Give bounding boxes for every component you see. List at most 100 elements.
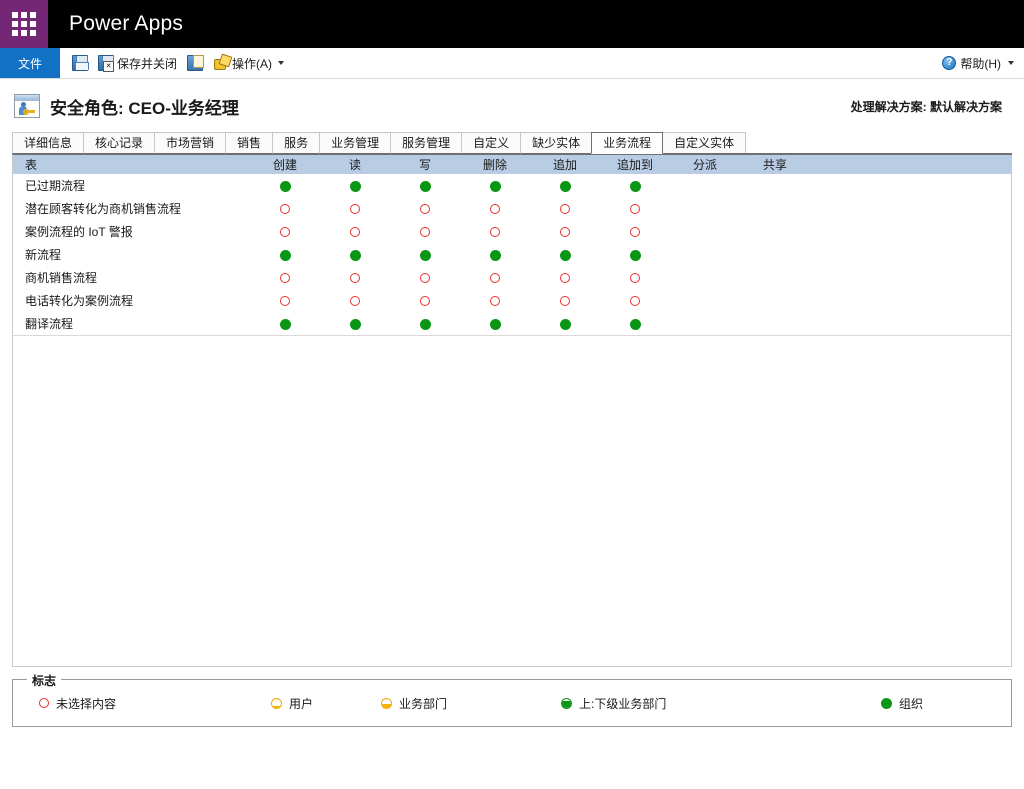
table-row[interactable]: 电话转化为案例流程 [13, 289, 1011, 312]
tab-6[interactable]: 服务管理 [390, 132, 463, 154]
tab-7[interactable]: 自定义 [461, 132, 522, 154]
privilege-cell-创建[interactable] [250, 220, 320, 243]
privilege-cell-追加[interactable] [530, 266, 600, 289]
privilege-cell-读[interactable] [320, 312, 390, 336]
privilege-cell-删除[interactable] [460, 220, 530, 243]
legend-title: 标志 [27, 672, 62, 689]
privilege-cell-创建[interactable] [250, 289, 320, 312]
privilege-none-icon [560, 273, 570, 284]
row-entity-name: 潜在顾客转化为商机销售流程 [25, 202, 182, 216]
actions-button[interactable]: 操作(A) [209, 53, 288, 74]
legend-item-label: 组织 [899, 696, 924, 711]
privilege-cell-读[interactable] [320, 220, 390, 243]
privilege-cell-读[interactable] [320, 174, 390, 197]
privilege-cell-读[interactable] [320, 243, 390, 266]
new-record-button[interactable] [183, 53, 207, 73]
tab-5[interactable]: 业务管理 [319, 132, 392, 154]
privilege-cell-创建[interactable] [250, 266, 320, 289]
save-and-close-button[interactable]: 保存并关闭 [94, 53, 181, 74]
privilege-cell-创建[interactable] [250, 312, 320, 336]
privilege-cell-分派 [670, 312, 740, 336]
privilege-cell-删除[interactable] [460, 266, 530, 289]
table-row[interactable]: 案例流程的 IoT 警报 [13, 220, 1011, 243]
privilege-cell-删除[interactable] [460, 243, 530, 266]
privilege-cell-写[interactable] [390, 312, 460, 336]
table-header: 表创建读写删除 追加 追加到 分派 共享 [13, 155, 1011, 174]
tab-1[interactable]: 核心记录 [83, 132, 156, 154]
row-spacer [810, 243, 1011, 266]
privilege-cell-写[interactable] [390, 266, 460, 289]
tab-0[interactable]: 详细信息 [12, 132, 85, 154]
tab-8[interactable]: 缺少实体 [520, 132, 593, 154]
row-spacer [810, 220, 1011, 243]
column-header-spacer [810, 155, 1011, 174]
tab-9[interactable]: 业务流程 [591, 132, 664, 154]
privilege-cell-追加[interactable] [530, 289, 600, 312]
privilege-cell-写[interactable] [390, 174, 460, 197]
column-header-0[interactable]: 表 [13, 155, 250, 174]
table-row[interactable]: 新流程 [13, 243, 1011, 266]
privilege-cell-读[interactable] [320, 266, 390, 289]
privilege-none-icon [630, 273, 640, 284]
privilege-cell-追加到[interactable] [600, 312, 670, 336]
privilege-cell-删除[interactable] [460, 289, 530, 312]
column-header-5[interactable]: 追加 [530, 155, 600, 174]
row-spacer [810, 312, 1011, 336]
column-header-4[interactable]: 删除 [460, 155, 530, 174]
table-row[interactable]: 翻译流程 [13, 312, 1011, 336]
privilege-cell-追加[interactable] [530, 174, 600, 197]
privilege-cell-分派 [670, 174, 740, 197]
tab-2[interactable]: 市场营销 [154, 132, 227, 154]
privilege-cell-删除[interactable] [460, 197, 530, 220]
waffle-button[interactable] [0, 0, 48, 48]
save-button[interactable] [68, 53, 92, 73]
tab-4[interactable]: 服务 [272, 132, 321, 154]
tab-3[interactable]: 销售 [225, 132, 274, 154]
privilege-cell-删除[interactable] [460, 312, 530, 336]
file-tab[interactable]: 文件 [0, 48, 60, 78]
help-button[interactable]: 帮助(H) [942, 55, 1014, 72]
column-header-2[interactable]: 读 [320, 155, 390, 174]
privilege-cell-写[interactable] [390, 289, 460, 312]
privilege-none-icon [350, 204, 360, 215]
column-header-8[interactable]: 共享 [740, 155, 810, 174]
privilege-cell-写[interactable] [390, 243, 460, 266]
column-header-3[interactable]: 写 [390, 155, 460, 174]
privilege-cell-写[interactable] [390, 197, 460, 220]
row-entity-name: 电话转化为案例流程 [25, 294, 134, 308]
row-spacer [810, 197, 1011, 220]
privilege-cell-读[interactable] [320, 197, 390, 220]
table-row[interactable]: 潜在顾客转化为商机销售流程 [13, 197, 1011, 220]
privilege-cell-追加[interactable] [530, 197, 600, 220]
privileges-table: 表创建读写删除 追加 追加到 分派 共享 已过期流程潜在顾客转化为商机销售流程案例流程的… [13, 155, 1011, 336]
privilege-cell-写[interactable] [390, 220, 460, 243]
table-row[interactable]: 商机销售流程 [13, 266, 1011, 289]
row-entity-name: 新流程 [25, 248, 62, 262]
privilege-none-icon [490, 296, 500, 307]
privilege-cell-创建[interactable] [250, 243, 320, 266]
table-row[interactable]: 已过期流程 [13, 174, 1011, 197]
tab-10[interactable]: 自定义实体 [662, 132, 747, 154]
privilege-cell-追加到[interactable] [600, 220, 670, 243]
privilege-org-icon [419, 318, 431, 330]
column-header-7[interactable]: 分派 [670, 155, 740, 174]
privilege-cell-追加到[interactable] [600, 289, 670, 312]
privilege-cell-读[interactable] [320, 289, 390, 312]
legend-item-none: 未选择内容 [39, 695, 271, 712]
privilege-cell-追加到[interactable] [600, 197, 670, 220]
privilege-cell-创建[interactable] [250, 174, 320, 197]
column-header-1[interactable]: 创建 [250, 155, 320, 174]
privilege-cell-删除[interactable] [460, 174, 530, 197]
privilege-cell-创建[interactable] [250, 197, 320, 220]
privilege-cell-追加[interactable] [530, 243, 600, 266]
privilege-org-icon [629, 318, 641, 330]
privilege-cell-追加到[interactable] [600, 243, 670, 266]
privilege-cell-追加到[interactable] [600, 266, 670, 289]
privilege-cell-追加[interactable] [530, 312, 600, 336]
privilege-cell-追加[interactable] [530, 220, 600, 243]
privilege-none-icon [350, 227, 360, 238]
privilege-none-icon [630, 227, 640, 238]
row-spacer [810, 289, 1011, 312]
column-header-6[interactable]: 追加到 [600, 155, 670, 174]
privilege-cell-追加到[interactable] [600, 174, 670, 197]
